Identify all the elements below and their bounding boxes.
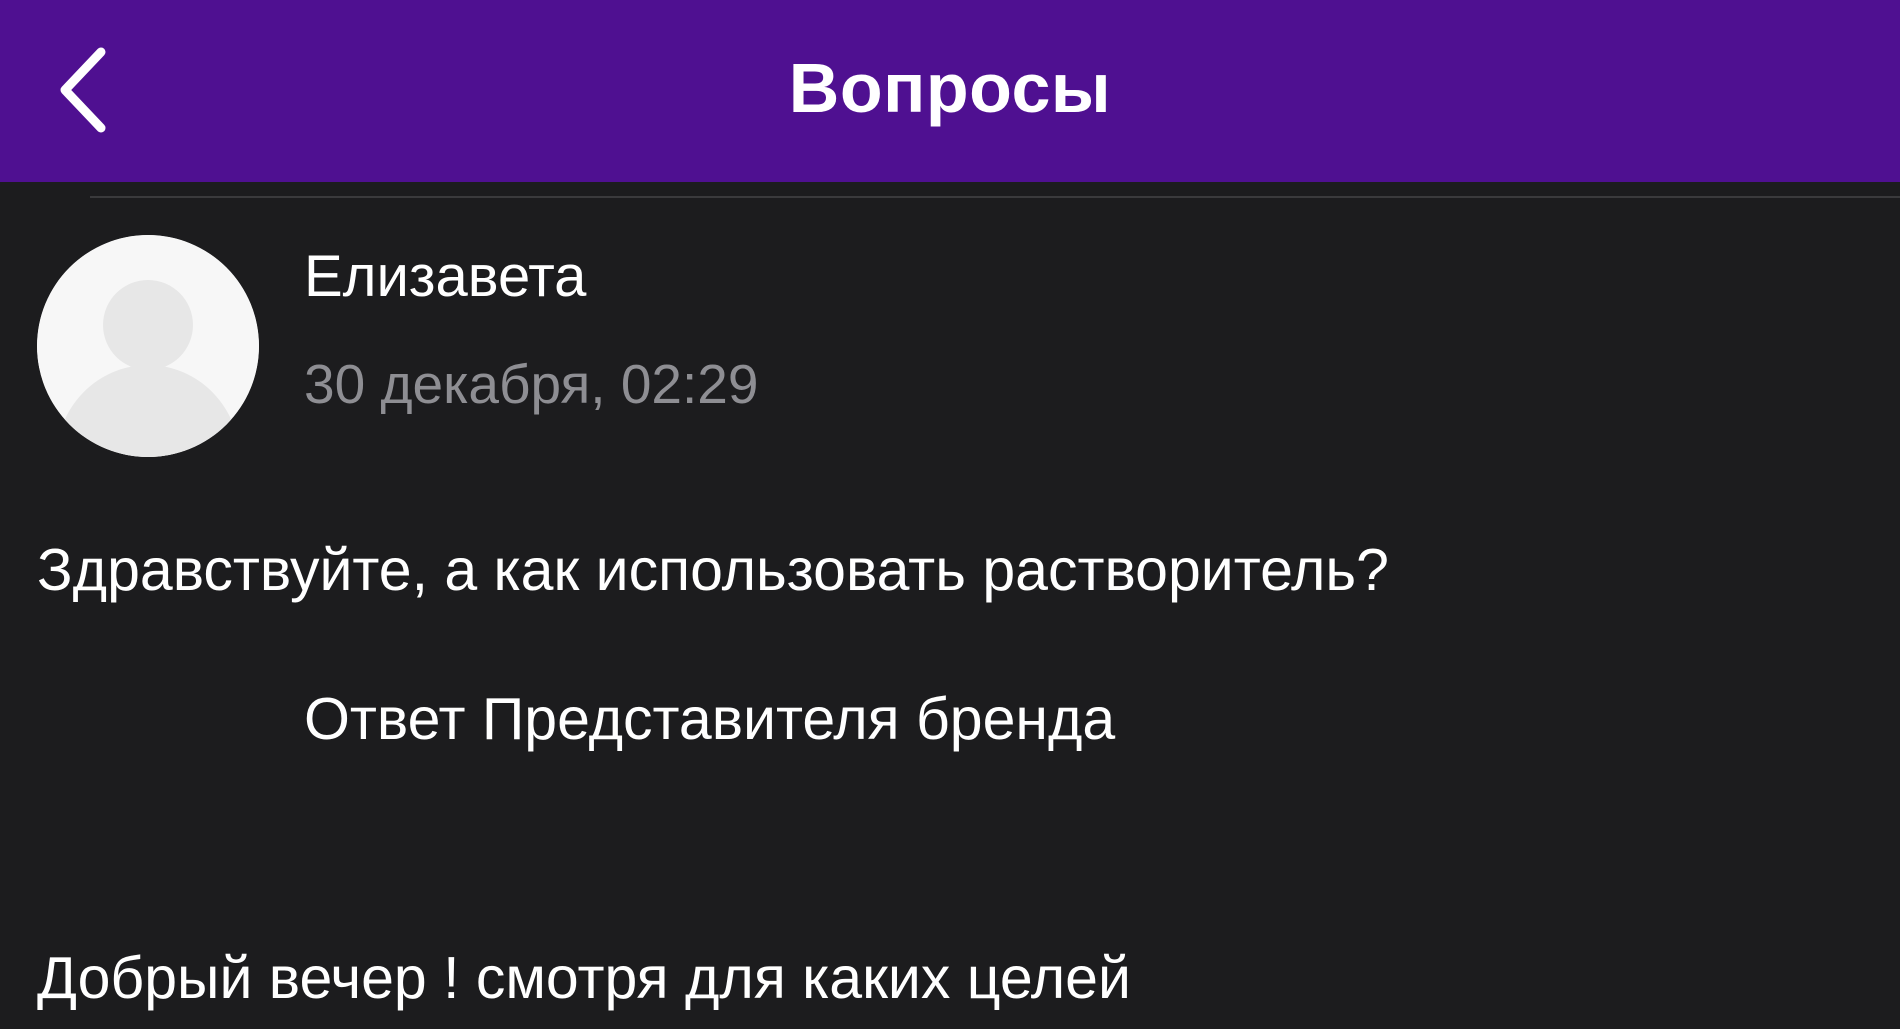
question-date: 30 декабря, 02:29 <box>304 353 759 415</box>
brand-answer-header: Ответ Представителя бренда <box>304 686 1116 752</box>
question-author-name: Елизавета <box>304 244 587 309</box>
brand-answer-text: Добрый вечер ! смотря для каких целей <box>37 945 1131 1011</box>
default-user-avatar-icon <box>37 235 259 457</box>
questions-screen: Вопросы Елизавета 30 декабря, 02:29 Здра… <box>0 0 1900 1029</box>
navigation-bar: Вопросы <box>0 0 1900 182</box>
page-title: Вопросы <box>788 49 1112 127</box>
question-text: Здравствуйте, а как использовать раствор… <box>37 537 1389 603</box>
divider <box>90 196 1900 198</box>
